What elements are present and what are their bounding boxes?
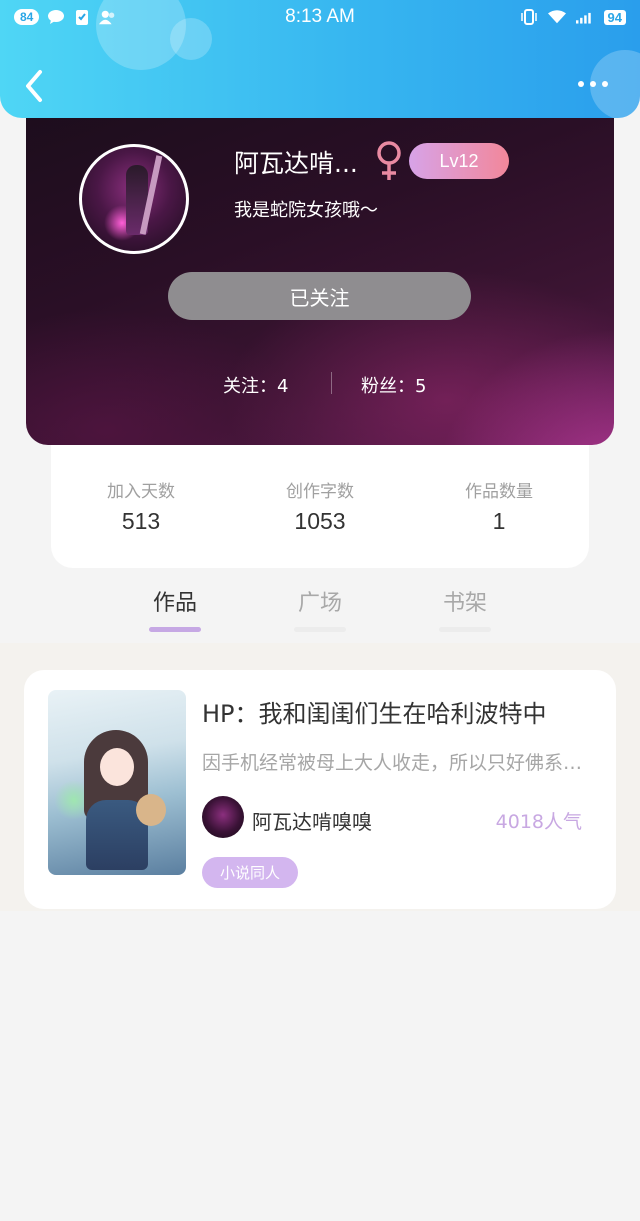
cover-decor	[100, 748, 134, 786]
tab-square[interactable]: 广场	[280, 585, 360, 632]
stat-join-days: 加入天数 513	[51, 477, 231, 535]
more-dot	[602, 81, 608, 87]
chevron-left-icon	[26, 70, 42, 102]
work-description: 因手机经常被母上大人收走，所以只好佛系更...	[202, 752, 598, 774]
author-name[interactable]: 阿瓦达啃嗅嗅	[252, 806, 372, 835]
tab-indicator	[294, 627, 346, 632]
wifi-icon	[547, 8, 566, 26]
back-button[interactable]	[20, 66, 50, 106]
stat-label: 作品数量	[465, 482, 533, 502]
vibrate-icon	[520, 8, 538, 26]
work-card[interactable]: HP：我和闺闺们生在哈利波特中 因手机经常被母上大人收走，所以只好佛系更... …	[24, 670, 616, 909]
tab-indicator	[439, 627, 491, 632]
user-bio: 我是蛇院女孩哦～	[234, 200, 378, 221]
following-count[interactable]: 关注：4	[223, 372, 288, 398]
author-avatar[interactable]	[202, 796, 244, 838]
profile-card: 阿瓦达啃... Lv12 我是蛇院女孩哦～ 已关注 关注：4 粉丝：5	[26, 100, 614, 445]
tab-works[interactable]: 作品	[135, 585, 215, 632]
tab-indicator	[149, 627, 201, 632]
popularity-count: 4018人气	[495, 811, 582, 833]
follow-stats: 关注：4 粉丝：5	[26, 368, 614, 398]
tab-label: 广场	[297, 591, 342, 616]
status-right-icons: 94	[520, 8, 626, 26]
signal-icon	[575, 8, 594, 26]
tab-label: 作品	[152, 591, 197, 616]
content-tabs: 作品 广场 书架	[0, 575, 640, 635]
female-icon	[374, 140, 404, 182]
stat-value: 513	[121, 508, 161, 534]
top-header: 84 8:13 AM 94	[0, 0, 640, 118]
stat-label: 创作字数	[286, 482, 354, 502]
tab-label: 书架	[442, 591, 487, 616]
more-dot	[590, 81, 596, 87]
more-dot	[578, 81, 584, 87]
info-stats-card: 加入天数 513 创作字数 1053 作品数量 1	[51, 445, 589, 568]
stat-label: 加入天数	[107, 482, 175, 502]
cover-decor	[136, 794, 166, 826]
username: 阿瓦达啃...	[234, 149, 358, 178]
book-cover[interactable]	[48, 690, 186, 875]
fans-count[interactable]: 粉丝：5	[361, 372, 426, 398]
work-title[interactable]: HP：我和闺闺们生在哈利波特中	[202, 694, 547, 729]
more-options-button[interactable]	[578, 76, 614, 92]
stats-divider	[331, 372, 332, 394]
followed-button[interactable]: 已关注	[168, 272, 471, 320]
genre-tag[interactable]: 小说同人	[202, 857, 298, 888]
stat-value: 1053	[294, 508, 346, 534]
battery-level: 94	[603, 9, 626, 25]
user-avatar[interactable]	[79, 144, 189, 254]
tab-bookshelf[interactable]: 书架	[425, 585, 505, 632]
level-badge: Lv12	[409, 143, 509, 179]
status-bar: 84 8:13 AM 94	[0, 0, 640, 36]
stat-value: 1	[492, 508, 506, 534]
stat-work-count: 作品数量 1	[409, 477, 589, 535]
stat-word-count: 创作字数 1053	[230, 477, 410, 535]
